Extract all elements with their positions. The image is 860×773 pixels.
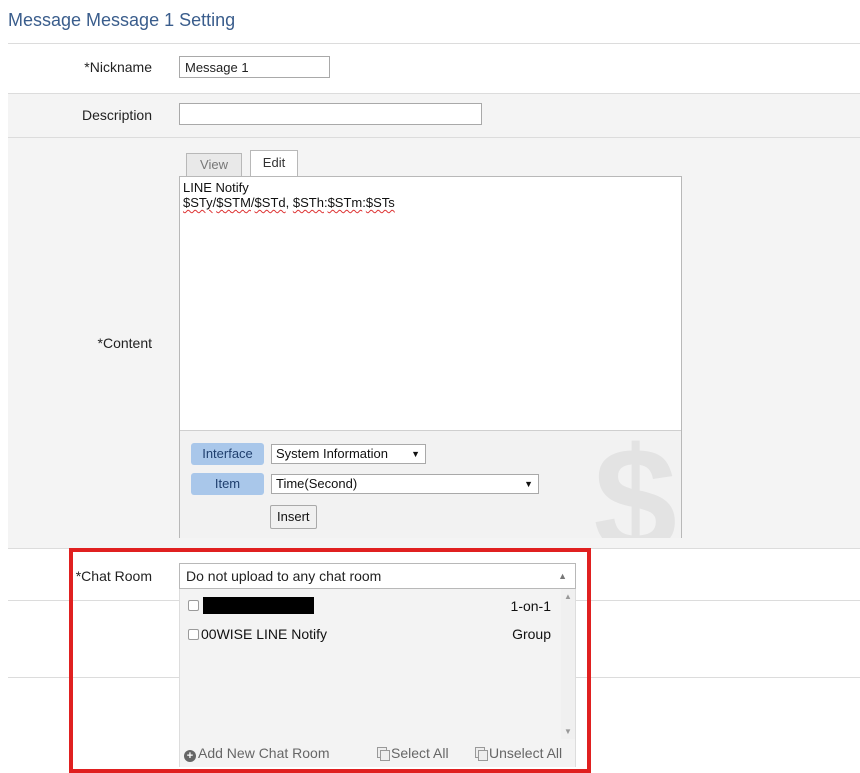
divider: [8, 43, 860, 44]
var-month: $STM: [216, 195, 251, 210]
dropdown-arrow-icon: ▼: [524, 479, 533, 489]
content-editor[interactable]: LINE Notify $STy/$STM/$STd, $STh:$STm:$S…: [179, 176, 682, 538]
item-select[interactable]: Time(Second) ▼: [271, 474, 539, 494]
var-day: $STd: [254, 195, 286, 210]
separator: ,: [285, 195, 293, 210]
interface-label: Interface: [191, 443, 264, 465]
content-line-1: LINE Notify: [183, 180, 249, 195]
nickname-label: *Nickname: [84, 59, 152, 75]
var-hour: $STh: [292, 195, 324, 210]
var-minute: $STm: [327, 195, 363, 210]
insert-panel: $ Interface System Information ▼ Item Ti…: [180, 430, 681, 538]
var-year: $STy: [183, 195, 213, 210]
interface-select-value: System Information: [276, 446, 388, 461]
dollar-icon: $: [593, 430, 677, 538]
tab-view[interactable]: View: [186, 153, 242, 176]
insert-button[interactable]: Insert: [270, 505, 317, 529]
item-label: Item: [191, 473, 264, 495]
dropdown-arrow-icon: ▼: [411, 449, 420, 459]
description-input[interactable]: [179, 103, 482, 125]
tab-edit[interactable]: Edit: [250, 150, 298, 176]
highlight-box: [69, 548, 591, 773]
interface-select[interactable]: System Information ▼: [271, 444, 426, 464]
description-label: Description: [81, 107, 152, 123]
content-text: LINE Notify $STy/$STM/$STd, $STh:$STm:$S…: [183, 180, 395, 210]
nickname-input[interactable]: [179, 56, 330, 78]
content-label: *Content: [97, 335, 152, 351]
var-second: $STs: [365, 195, 395, 210]
item-select-value: Time(Second): [276, 476, 358, 491]
page-title: Message Message 1 Setting: [8, 10, 236, 30]
